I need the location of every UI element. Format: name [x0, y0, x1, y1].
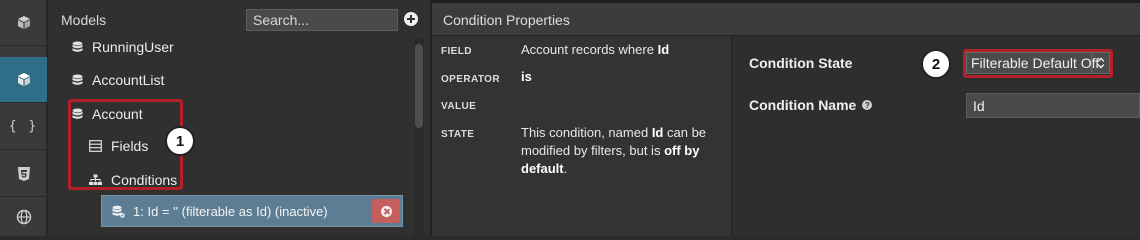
condition-name-label: Condition Name ?: [749, 97, 873, 113]
field-value: Account records where Id: [521, 42, 670, 57]
models-header: Models: [48, 0, 430, 38]
components-rail-button[interactable]: [0, 0, 47, 46]
braces-icon: { }: [8, 119, 39, 134]
css-rail-button[interactable]: [0, 151, 47, 197]
condition-row-selected[interactable]: 1: Id = '' (filterable as Id) (inactive): [101, 195, 403, 227]
tree-item-label: RunningUser: [92, 39, 174, 55]
models-title: Models: [61, 12, 107, 28]
properties-header: Condition Properties: [432, 3, 1140, 36]
question-icon[interactable]: ?: [862, 100, 873, 110]
tree-item-runninguser[interactable]: RunningUser: [72, 35, 174, 59]
scrollbar-thumb[interactable]: [415, 44, 423, 128]
plus-circle-icon[interactable]: [404, 12, 418, 26]
properties-title: Condition Properties: [443, 12, 570, 28]
resources-rail-button[interactable]: [0, 198, 47, 236]
models-scrollbar[interactable]: [414, 38, 424, 236]
search-input[interactable]: [246, 9, 398, 31]
icon-rail: { }: [0, 0, 47, 236]
delete-condition-button[interactable]: [372, 199, 400, 223]
state-label: STATE: [441, 129, 475, 140]
database-cog-icon: [112, 205, 125, 218]
field-label: FIELD: [441, 46, 472, 57]
annotation-marker-1: 1: [165, 126, 195, 156]
database-icon: [72, 74, 83, 85]
database-icon: [72, 41, 83, 52]
state-description: This condition, named Id can be modified…: [521, 125, 707, 176]
condition-state-label: Condition State: [749, 55, 853, 71]
operator-value: is: [521, 69, 532, 84]
css3-icon: [17, 166, 30, 181]
tree-item-label: AccountList: [92, 72, 165, 88]
remove-circle-icon: [380, 205, 392, 217]
condition-properties-panel: Condition Properties FIELD Account recor…: [432, 0, 1140, 236]
value-label: VALUE: [441, 101, 477, 112]
javascript-rail-button[interactable]: { }: [0, 104, 47, 150]
models-rail-button[interactable]: [0, 57, 47, 103]
cube-icon: [17, 72, 30, 86]
tree-item-accountlist[interactable]: AccountList: [72, 68, 164, 92]
operator-label: OPERATOR: [441, 74, 500, 85]
condition-name-field[interactable]: [966, 93, 1140, 118]
annotation-marker-2: 2: [921, 49, 951, 79]
cubes-icon: [17, 15, 30, 29]
globe-icon: [16, 209, 31, 225]
condition-summary: FIELD Account records where Id OPERATOR …: [432, 36, 732, 236]
annotation-highlight-2: [963, 49, 1113, 78]
condition-row-label: 1: Id = '' (filterable as Id) (inactive): [133, 203, 328, 219]
